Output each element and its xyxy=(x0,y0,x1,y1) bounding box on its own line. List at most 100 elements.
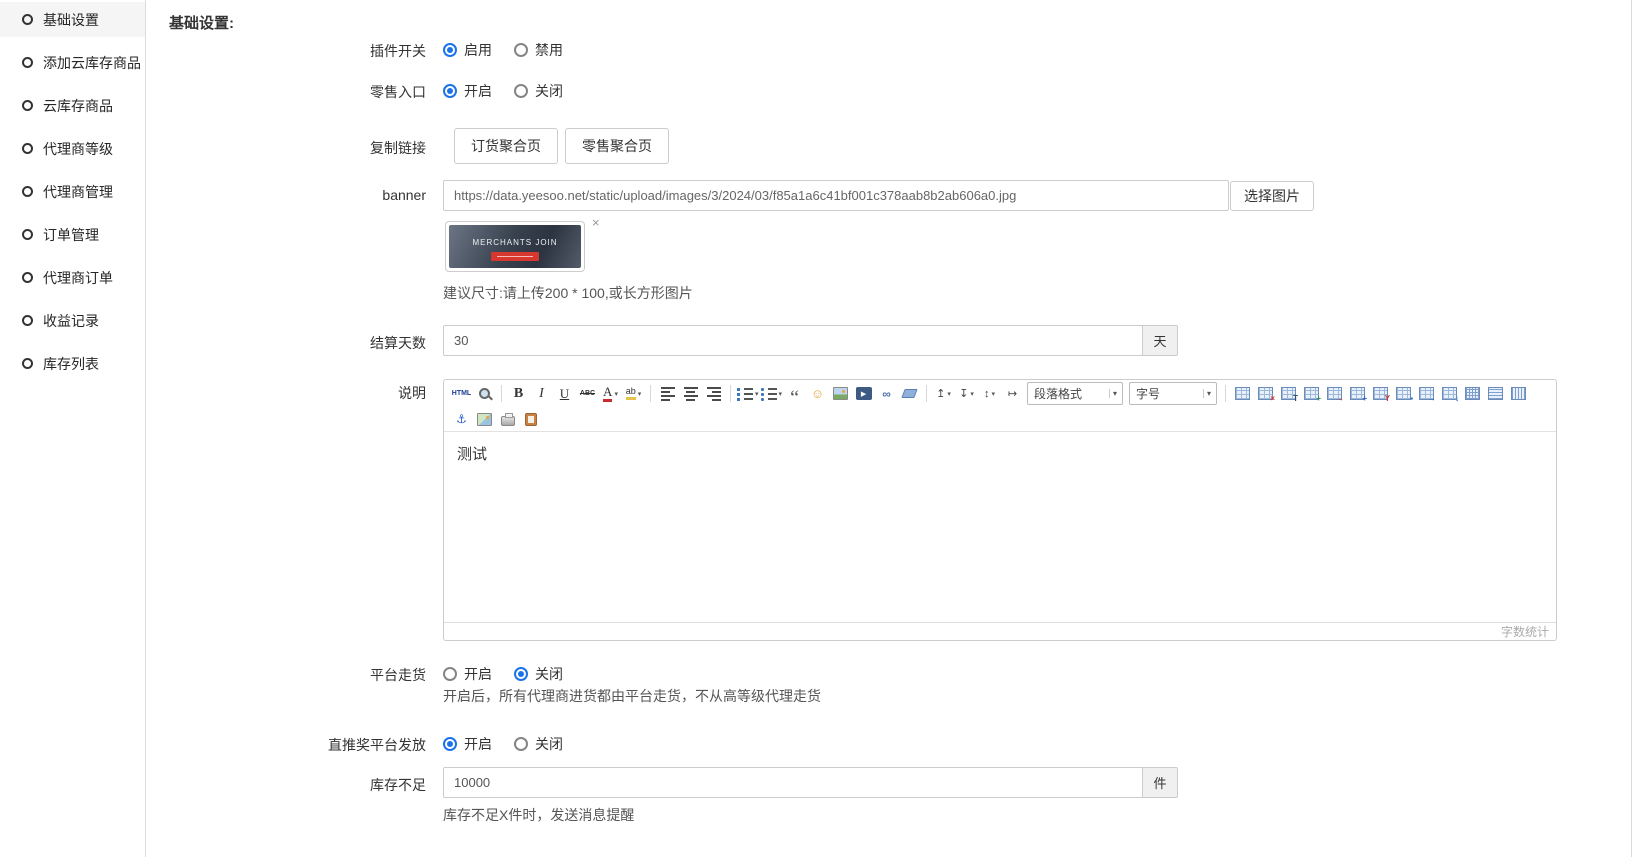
settle-days-input[interactable] xyxy=(443,325,1143,356)
low-stock-unit-suffix: 件 xyxy=(1142,767,1178,798)
paste-icon[interactable] xyxy=(520,409,541,430)
cell-down-icon[interactable] xyxy=(1439,383,1460,404)
orderedlist-icon[interactable]: ▾ xyxy=(737,383,759,404)
media-icon[interactable]: ▶ xyxy=(853,383,874,404)
row-merge-icon[interactable] xyxy=(1324,383,1345,404)
radio-option-label: 开启 xyxy=(464,81,492,101)
image-icon[interactable] xyxy=(830,383,851,404)
sidebar-item[interactable]: 基础设置 xyxy=(0,2,145,37)
radio-option[interactable]: 启用 xyxy=(443,40,492,60)
radio-option[interactable]: 关闭 xyxy=(514,734,563,754)
plugin-settings-page: 基础设置添加云库存商品云库存商品代理商等级代理商管理订单管理代理商订单收益记录库… xyxy=(0,0,1636,857)
paragraph-format-select[interactable]: 段落格式 ▾ xyxy=(1027,382,1123,405)
editor-content[interactable]: 测试 xyxy=(444,432,1556,622)
underline-icon[interactable]: U xyxy=(554,383,575,404)
sidebar-item[interactable]: 代理商等级 xyxy=(0,131,145,166)
sidebar-item[interactable]: 库存列表 xyxy=(0,346,145,381)
link-icon[interactable]: ∞ xyxy=(876,383,897,404)
row-above-icon[interactable] xyxy=(1301,383,1322,404)
radio-option-label: 禁用 xyxy=(535,40,563,60)
sidebar-item[interactable]: 收益记录 xyxy=(0,303,145,338)
sidebar-item[interactable]: 代理商订单 xyxy=(0,260,145,295)
col-insert-icon[interactable] xyxy=(1347,383,1368,404)
radio-option[interactable]: 开启 xyxy=(443,664,492,684)
radio-option[interactable]: 关闭 xyxy=(514,81,563,101)
select-value: 段落格式 xyxy=(1034,385,1082,402)
chevron-down-icon: ▾ xyxy=(1109,389,1120,398)
lineheight-icon[interactable]: ↕▾ xyxy=(979,383,1000,404)
retail-aggregation-page-button[interactable]: 零售聚合页 xyxy=(565,128,669,164)
radio-icon[interactable] xyxy=(443,43,457,57)
radio-option[interactable]: 开启 xyxy=(443,81,492,101)
preview-icon[interactable] xyxy=(474,383,495,404)
radio-icon[interactable] xyxy=(443,667,457,681)
italic-icon[interactable]: I xyxy=(531,383,552,404)
unorderedlist-icon[interactable]: ▾ xyxy=(761,383,783,404)
field-label-retail-entry: 零售入口 xyxy=(146,82,426,102)
blockquote-icon[interactable]: “ xyxy=(784,383,805,404)
hilitecolor-icon[interactable]: ab▾ xyxy=(623,383,644,404)
settle-days-unit-suffix: 天 xyxy=(1142,325,1178,356)
margintop-icon[interactable]: ↥▾ xyxy=(933,383,954,404)
emoticons-icon[interactable]: ☺ xyxy=(807,383,828,404)
sidebar-item-label: 云库存商品 xyxy=(43,96,113,116)
low-stock-input[interactable] xyxy=(443,767,1143,798)
eraser-icon[interactable] xyxy=(899,383,920,404)
editor-status-bar: 字数统计 xyxy=(444,622,1556,640)
sidebar-item-label: 代理商管理 xyxy=(43,182,113,202)
banner-url-input[interactable] xyxy=(443,180,1229,211)
indent-icon[interactable]: ↦ xyxy=(1002,383,1023,404)
forecolor-icon[interactable]: A▾ xyxy=(600,383,621,404)
font-size-select[interactable]: 字号▾ xyxy=(1129,382,1217,405)
word-count-label[interactable]: 字数统计 xyxy=(1501,623,1549,640)
radio-icon[interactable] xyxy=(514,43,528,57)
thumbnail-title-text: MERCHANTS JOIN xyxy=(449,238,581,247)
marginbottom-icon[interactable]: ↧▾ xyxy=(956,383,977,404)
radio-option[interactable]: 开启 xyxy=(443,734,492,754)
choose-image-button[interactable]: 选择图片 xyxy=(1230,181,1314,211)
sidebar-item[interactable]: 代理商管理 xyxy=(0,174,145,209)
strikethrough-icon[interactable]: ABC xyxy=(577,383,598,404)
print-icon[interactable] xyxy=(497,409,518,430)
table-icon[interactable] xyxy=(1232,383,1253,404)
map-icon[interactable] xyxy=(474,409,495,430)
field-label-banner: banner xyxy=(146,187,426,203)
table-delete-icon[interactable] xyxy=(1255,383,1276,404)
alignright-icon[interactable] xyxy=(703,383,724,404)
circle-icon xyxy=(22,358,33,369)
remove-image-icon[interactable]: × xyxy=(592,216,600,229)
field-label-settle-days: 结算天数 xyxy=(146,333,426,353)
sidebar-item[interactable]: 添加云库存商品 xyxy=(0,45,145,80)
radio-icon[interactable] xyxy=(514,737,528,751)
table-cols-icon[interactable] xyxy=(1508,383,1529,404)
cell-area-icon[interactable] xyxy=(1393,383,1414,404)
radio-option-label: 关闭 xyxy=(535,81,563,101)
radio-icon[interactable] xyxy=(443,737,457,751)
table-rows-icon[interactable] xyxy=(1485,383,1506,404)
sidebar-item[interactable]: 云库存商品 xyxy=(0,88,145,123)
radio-icon[interactable] xyxy=(443,84,457,98)
table-prop-icon[interactable] xyxy=(1278,383,1299,404)
radio-option-label: 关闭 xyxy=(535,734,563,754)
order-aggregation-page-button[interactable]: 订货聚合页 xyxy=(454,128,558,164)
radio-option[interactable]: 关闭 xyxy=(514,664,563,684)
field-label-low-stock: 库存不足 xyxy=(146,775,426,795)
field-label-plugin-switch: 插件开关 xyxy=(146,41,426,61)
circle-icon xyxy=(22,143,33,154)
bold-icon[interactable]: B xyxy=(508,383,529,404)
table-dense-icon[interactable] xyxy=(1462,383,1483,404)
radio-option[interactable]: 禁用 xyxy=(514,40,563,60)
low-stock-help: 库存不足X件时，发送消息提醒 xyxy=(443,805,634,825)
radio-icon[interactable] xyxy=(514,84,528,98)
anchor-icon[interactable]: ⚓ xyxy=(451,409,472,430)
sidebar-item[interactable]: 订单管理 xyxy=(0,217,145,252)
radio-icon[interactable] xyxy=(514,667,528,681)
alignleft-icon[interactable] xyxy=(657,383,678,404)
radio-option-label: 关闭 xyxy=(535,664,563,684)
col-split-icon[interactable] xyxy=(1370,383,1391,404)
aligncenter-icon[interactable] xyxy=(680,383,701,404)
toolbar-separator xyxy=(501,385,502,402)
cell-right-icon[interactable] xyxy=(1416,383,1437,404)
source-icon[interactable]: HTML xyxy=(451,383,472,404)
plugin-switch-radio-group: 启用 禁用 xyxy=(443,41,563,58)
